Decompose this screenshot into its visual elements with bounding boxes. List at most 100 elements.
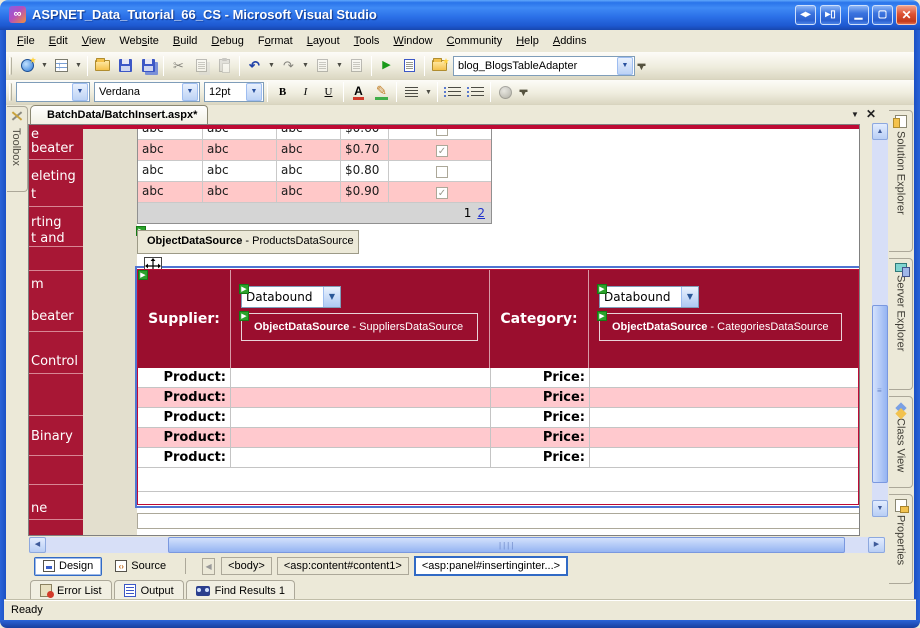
toolbox-label[interactable]: Toolbox (10, 128, 22, 166)
bullets-button[interactable] (441, 81, 464, 103)
tool-tab-output[interactable]: Output (114, 580, 184, 600)
maximize-button[interactable]: ▢ (872, 5, 893, 25)
gridview-row[interactable]: abcabcabc$0.60 (138, 129, 491, 140)
redo-button[interactable]: ↷ (277, 55, 300, 77)
product-input-cell[interactable] (231, 408, 491, 427)
categories-dropdownlist[interactable]: Databound ▼ (599, 286, 699, 308)
price-input-cell[interactable] (590, 368, 858, 387)
toolbar-grip[interactable] (9, 83, 12, 101)
undo-button[interactable]: ↶ (243, 55, 266, 77)
close-button[interactable]: ✕ (896, 5, 917, 25)
price-input-cell[interactable] (590, 428, 858, 447)
suppliers-datasource-control[interactable]: ObjectDataSource - SuppliersDataSource (241, 313, 478, 341)
scroll-up-button[interactable]: ▲ (872, 123, 888, 140)
paragraph-below-panel[interactable] (137, 513, 860, 529)
smart-tag-icon[interactable]: ▶ (597, 284, 607, 294)
combo-arrow-icon[interactable]: ▼ (72, 83, 88, 101)
menu-layout[interactable]: Layout (300, 32, 347, 50)
menu-tools[interactable]: Tools (347, 32, 387, 50)
menu-website[interactable]: Website (112, 32, 166, 50)
nav-link-fragment[interactable]: t (31, 187, 36, 202)
open-file-button[interactable] (91, 55, 114, 77)
product-input-cell[interactable] (231, 428, 491, 447)
smart-tag-icon[interactable]: ▶ (597, 311, 607, 321)
tag-navigator-item[interactable]: <asp:panel#insertinginter...> (414, 556, 568, 576)
menu-debug[interactable]: Debug (204, 32, 250, 50)
menu-format[interactable]: Format (251, 32, 300, 50)
save-button[interactable] (114, 55, 137, 77)
right-tab-class-view[interactable]: Class View (889, 396, 913, 488)
underline-button[interactable]: U (317, 81, 340, 103)
navigate-forward-button[interactable] (345, 55, 368, 77)
menu-addins[interactable]: Addins (546, 32, 594, 50)
new-website-dropdown[interactable]: ▼ (39, 55, 50, 77)
smart-tag-icon[interactable]: ▶ (239, 284, 249, 294)
italic-button[interactable]: I (294, 81, 317, 103)
design-surface[interactable]: ebeatereletingtrtingt andmbeaterControlB… (28, 124, 860, 536)
nav-link-fragment[interactable]: beater (31, 309, 74, 324)
navigate-backward-dropdown[interactable]: ▼ (334, 55, 345, 77)
nav-link-fragment[interactable]: eleting (31, 169, 76, 184)
new-website-button[interactable] (16, 55, 39, 77)
menu-edit[interactable]: Edit (42, 32, 75, 50)
nav-link-fragment[interactable]: Control (31, 354, 78, 369)
row-checkbox[interactable] (436, 129, 448, 136)
scroll-left-button[interactable]: ◀ (29, 537, 46, 553)
row-checkbox[interactable] (436, 166, 448, 178)
menu-file[interactable]: File (10, 32, 42, 50)
tag-navigator-item[interactable]: <body> (221, 557, 272, 575)
tag-navigator-back-button[interactable]: ◀ (202, 558, 215, 575)
document-tab[interactable]: BatchData/BatchInsert.aspx* (30, 105, 208, 124)
font-color-button[interactable]: A (347, 81, 370, 103)
font-name-combo[interactable]: Verdana ▼ (94, 82, 200, 102)
start-debugging-button[interactable]: ▶ (375, 55, 398, 77)
alignment-button[interactable] (400, 81, 423, 103)
products-datasource-control[interactable]: ObjectDataSource - ProductsDataSource (137, 230, 359, 254)
toolbar-overflow-button[interactable]: ▬▼ (635, 55, 648, 77)
bold-button[interactable]: B (271, 81, 294, 103)
open-project-folder-button[interactable] (428, 55, 451, 77)
tool-tab-find-results-1[interactable]: Find Results 1 (186, 580, 295, 600)
copy-button[interactable] (190, 55, 213, 77)
row-checkbox[interactable]: ✓ (436, 145, 448, 157)
nav-link-fragment[interactable]: t and (31, 231, 65, 246)
gridview-row[interactable]: abcabcabc$0.90✓ (138, 182, 491, 203)
right-tab-server-explorer[interactable]: Server Explorer (889, 258, 913, 390)
menu-build[interactable]: Build (166, 32, 204, 50)
right-tab-solution-explorer[interactable]: Solution Explorer (889, 110, 913, 252)
font-size-combo[interactable]: 12pt ▼ (204, 82, 264, 102)
document-close-button[interactable]: ✕ (866, 107, 876, 121)
toolbar-overflow-button[interactable]: ▬▼ (517, 81, 530, 103)
add-new-item-dropdown[interactable]: ▼ (73, 55, 84, 77)
nav-link-fragment[interactable]: e (31, 127, 39, 142)
inserting-interface-table[interactable]: ▶ Supplier: ▶ Databound ▼ ▶ ObjectDataSo… (137, 269, 859, 505)
smart-tag-icon[interactable]: ▶ (239, 311, 249, 321)
paste-button[interactable] (213, 55, 236, 77)
combo-arrow-icon[interactable]: ▼ (182, 83, 198, 101)
price-input-cell[interactable] (590, 408, 858, 427)
menu-view[interactable]: View (75, 32, 113, 50)
right-tab-properties[interactable]: Properties (889, 494, 913, 584)
menu-help[interactable]: Help (509, 32, 546, 50)
price-input-cell[interactable] (590, 388, 858, 407)
row-checkbox[interactable]: ✓ (436, 187, 448, 199)
nav-link-fragment[interactable]: ne (31, 501, 47, 516)
window-extra-button-2[interactable]: ▸▯ (820, 5, 841, 25)
menu-community[interactable]: Community (440, 32, 510, 50)
horizontal-scroll-thumb[interactable]: |||| (168, 537, 845, 553)
save-all-button[interactable] (137, 55, 160, 77)
alignment-dropdown[interactable]: ▼ (423, 81, 434, 103)
product-input-cell[interactable] (231, 368, 491, 387)
design-vertical-scrollbar[interactable]: ▲ ≡ ▼ (872, 123, 888, 517)
source-view-tab[interactable]: ‹› Source (106, 557, 175, 576)
minimize-button[interactable]: ▁ (848, 5, 869, 25)
combo-arrow-icon[interactable]: ▼ (617, 57, 633, 75)
undo-dropdown[interactable]: ▼ (266, 55, 277, 77)
toolbar-grip[interactable] (9, 57, 12, 75)
vertical-scroll-thumb[interactable]: ≡ (872, 305, 888, 483)
menu-window[interactable]: Window (386, 32, 439, 50)
highlight-button[interactable]: ✎ (370, 81, 393, 103)
nav-link-fragment[interactable]: Binary (31, 429, 73, 444)
dropdown-arrow-icon[interactable]: ▼ (681, 287, 698, 307)
product-input-cell[interactable] (231, 388, 491, 407)
